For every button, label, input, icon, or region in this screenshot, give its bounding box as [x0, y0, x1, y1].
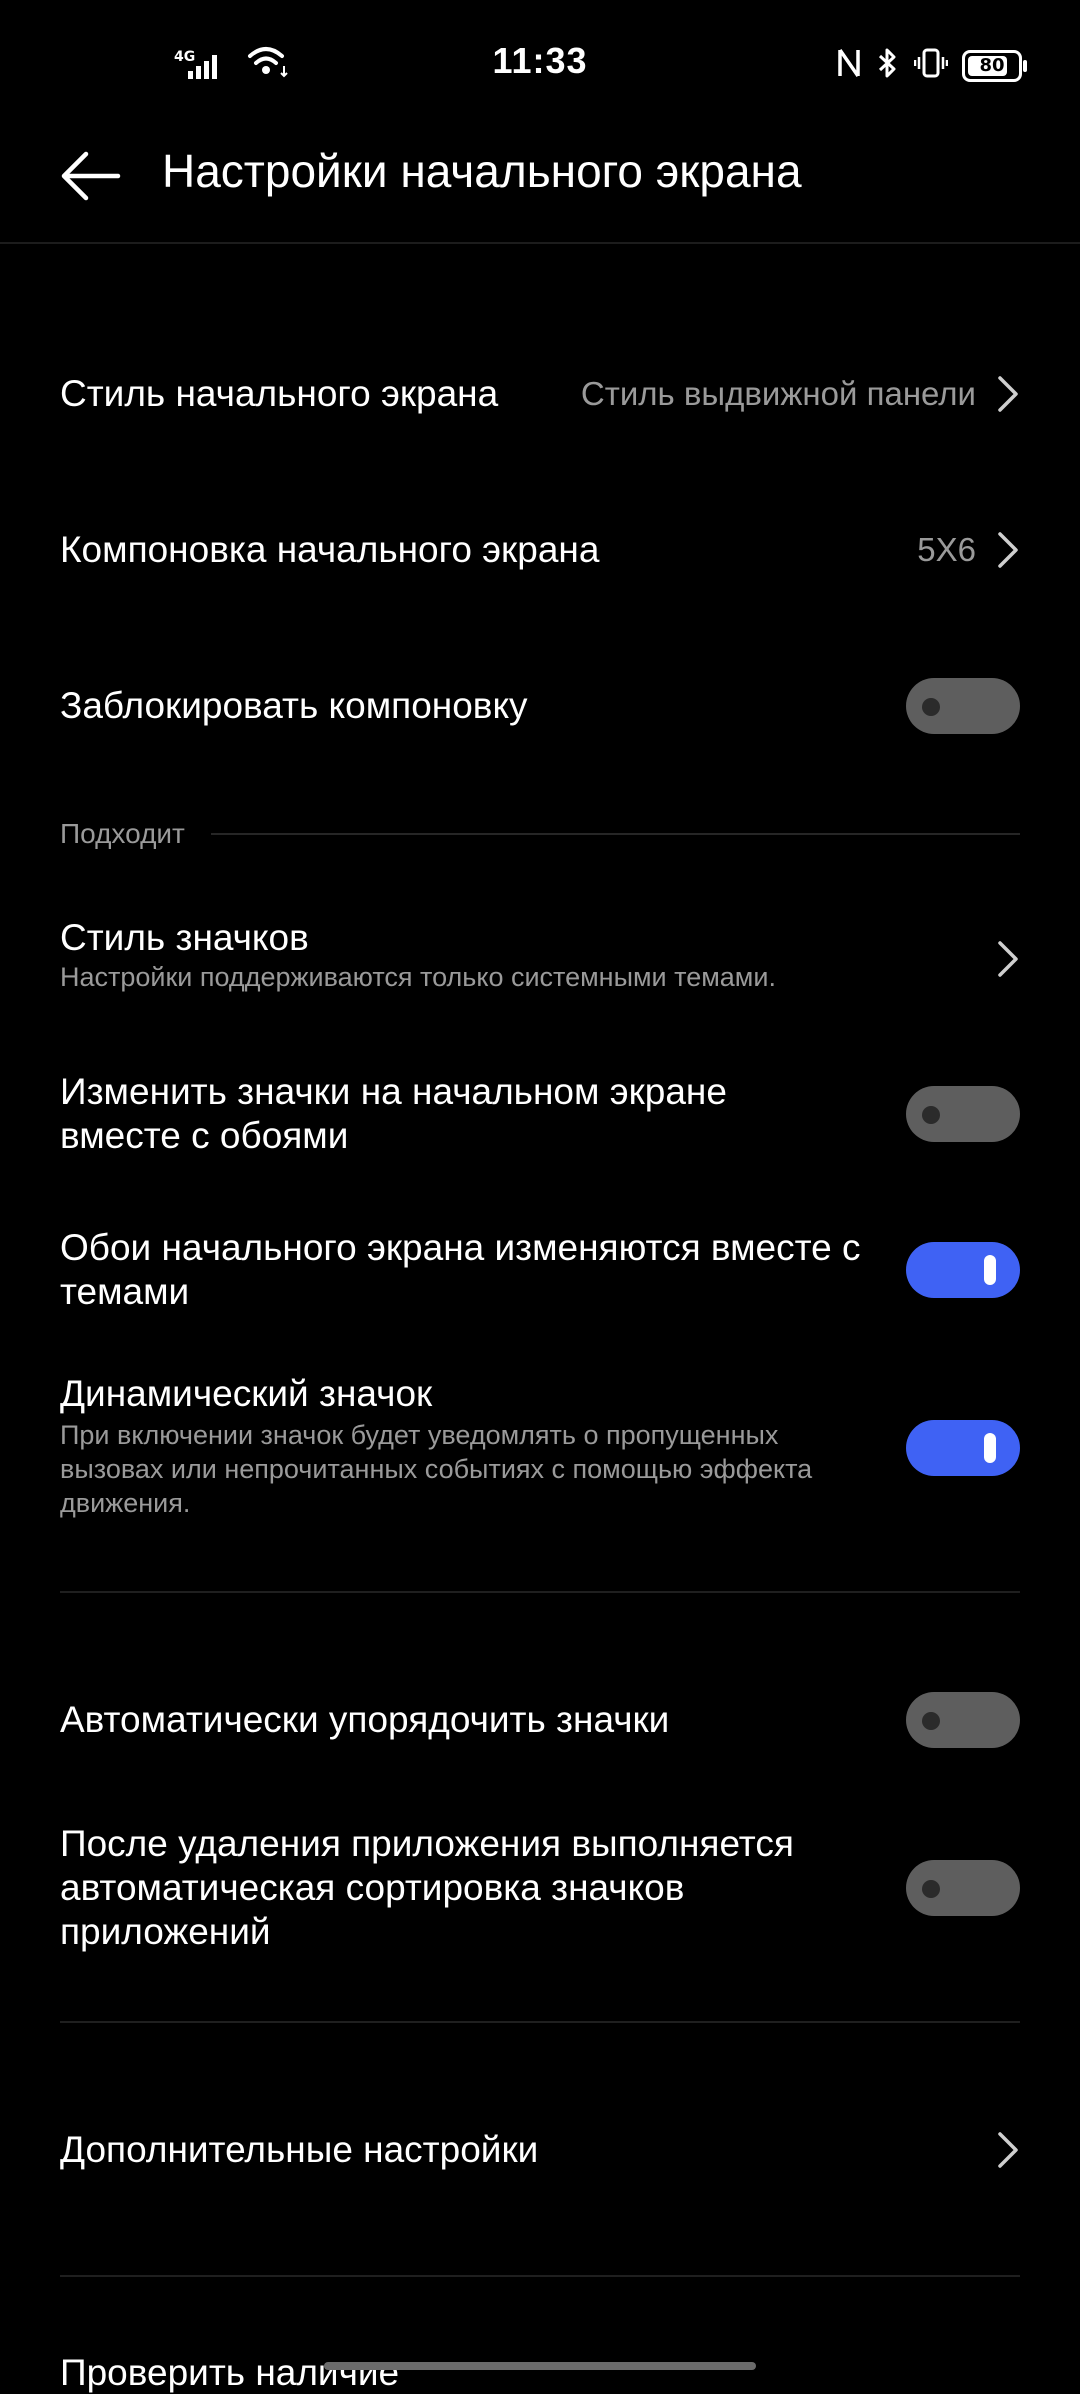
app-bar: Настройки начального экрана [0, 110, 1080, 244]
auto-arrange-row: Автоматически упорядочить значки [60, 1688, 1020, 1752]
page-title: Настройки начального экрана [162, 145, 802, 197]
battery-level: 80 [979, 55, 1005, 76]
row-title: Дополнительные настройки [60, 2129, 539, 2170]
lock-layout-row: Заблокировать компоновку [60, 674, 1020, 738]
lock-layout-toggle[interactable] [906, 678, 1020, 734]
row-subtitle: Настройки поддерживаются только системны… [60, 962, 776, 992]
back-button[interactable] [56, 146, 128, 206]
chevron-right-icon [998, 376, 1018, 412]
auto-arrange-toggle[interactable] [906, 1692, 1020, 1748]
home-style-row[interactable]: Стиль начального экрана Стиль выдвижной … [60, 362, 1020, 426]
row-right [906, 1692, 1020, 1748]
chevron-right-icon [998, 2132, 1018, 2168]
row-title: Автоматически упорядочить значки [60, 1699, 670, 1740]
dynamic-icon-row: Динамический значок При включении значок… [60, 1372, 1020, 1524]
row-title: Изменить значки на начальном экране вмес… [60, 1071, 727, 1156]
row-title: Стиль значков [60, 917, 309, 958]
row-right: Стиль выдвижной панели [581, 374, 1020, 414]
row-right [996, 939, 1020, 979]
row-right [906, 1086, 1020, 1142]
icon-style-row[interactable]: Стиль значков Настройки поддерживаются т… [60, 916, 1020, 1002]
vibrate-icon [913, 46, 949, 85]
wallpaper-with-themes-toggle[interactable] [906, 1242, 1020, 1298]
icons-with-wallpaper-toggle[interactable] [906, 1086, 1020, 1142]
row-right [906, 1860, 1020, 1916]
section-divider [210, 833, 1020, 835]
arrow-left-icon [61, 151, 121, 201]
row-subtitle: При включении значок будет уведомлять о … [60, 1420, 813, 1518]
battery-icon: 80 [962, 49, 1027, 82]
additional-settings-row[interactable]: Дополнительные настройки [60, 2118, 1020, 2182]
chevron-right-icon [998, 941, 1018, 977]
auto-sort-toggle[interactable] [906, 1860, 1020, 1916]
row-right [906, 1242, 1020, 1298]
row-title: После удаления приложения выполняется ав… [60, 1823, 794, 1952]
dynamic-icon-toggle[interactable] [906, 1420, 1020, 1476]
row-right [906, 678, 1020, 734]
row-title: Компоновка начального экрана [60, 529, 600, 570]
auto-sort-row: После удаления приложения выполняется ав… [60, 1822, 1020, 1954]
chevron-right-icon [998, 532, 1018, 568]
home-indicator[interactable] [324, 2362, 756, 2370]
section-header: Подходит [60, 812, 1020, 856]
row-value: Стиль выдвижной панели [580, 375, 976, 412]
row-right: 5X6 [917, 530, 1020, 570]
row-right [996, 2130, 1020, 2170]
row-title: Динамический значок [60, 1373, 433, 1414]
row-title: Обои начального экрана изменяются вместе… [60, 1227, 861, 1312]
divider [60, 1591, 1020, 1593]
home-layout-row[interactable]: Компоновка начального экрана 5X6 [60, 518, 1020, 582]
nfc-icon [836, 46, 862, 85]
status-right: 80 [836, 46, 1027, 85]
row-title: Заблокировать компоновку [60, 685, 528, 726]
divider [60, 2021, 1020, 2023]
icons-with-wallpaper-row: Изменить значки на начальном экране вмес… [60, 1070, 1020, 1158]
check-updates-row[interactable]: Проверить наличие [60, 2352, 399, 2394]
row-value: 5X6 [917, 531, 976, 568]
wallpaper-with-themes-row: Обои начального экрана изменяются вместе… [60, 1226, 1020, 1314]
row-right [906, 1420, 1020, 1476]
section-label: Подходит [60, 818, 185, 849]
bluetooth-icon [876, 46, 900, 85]
divider [60, 2275, 1020, 2277]
